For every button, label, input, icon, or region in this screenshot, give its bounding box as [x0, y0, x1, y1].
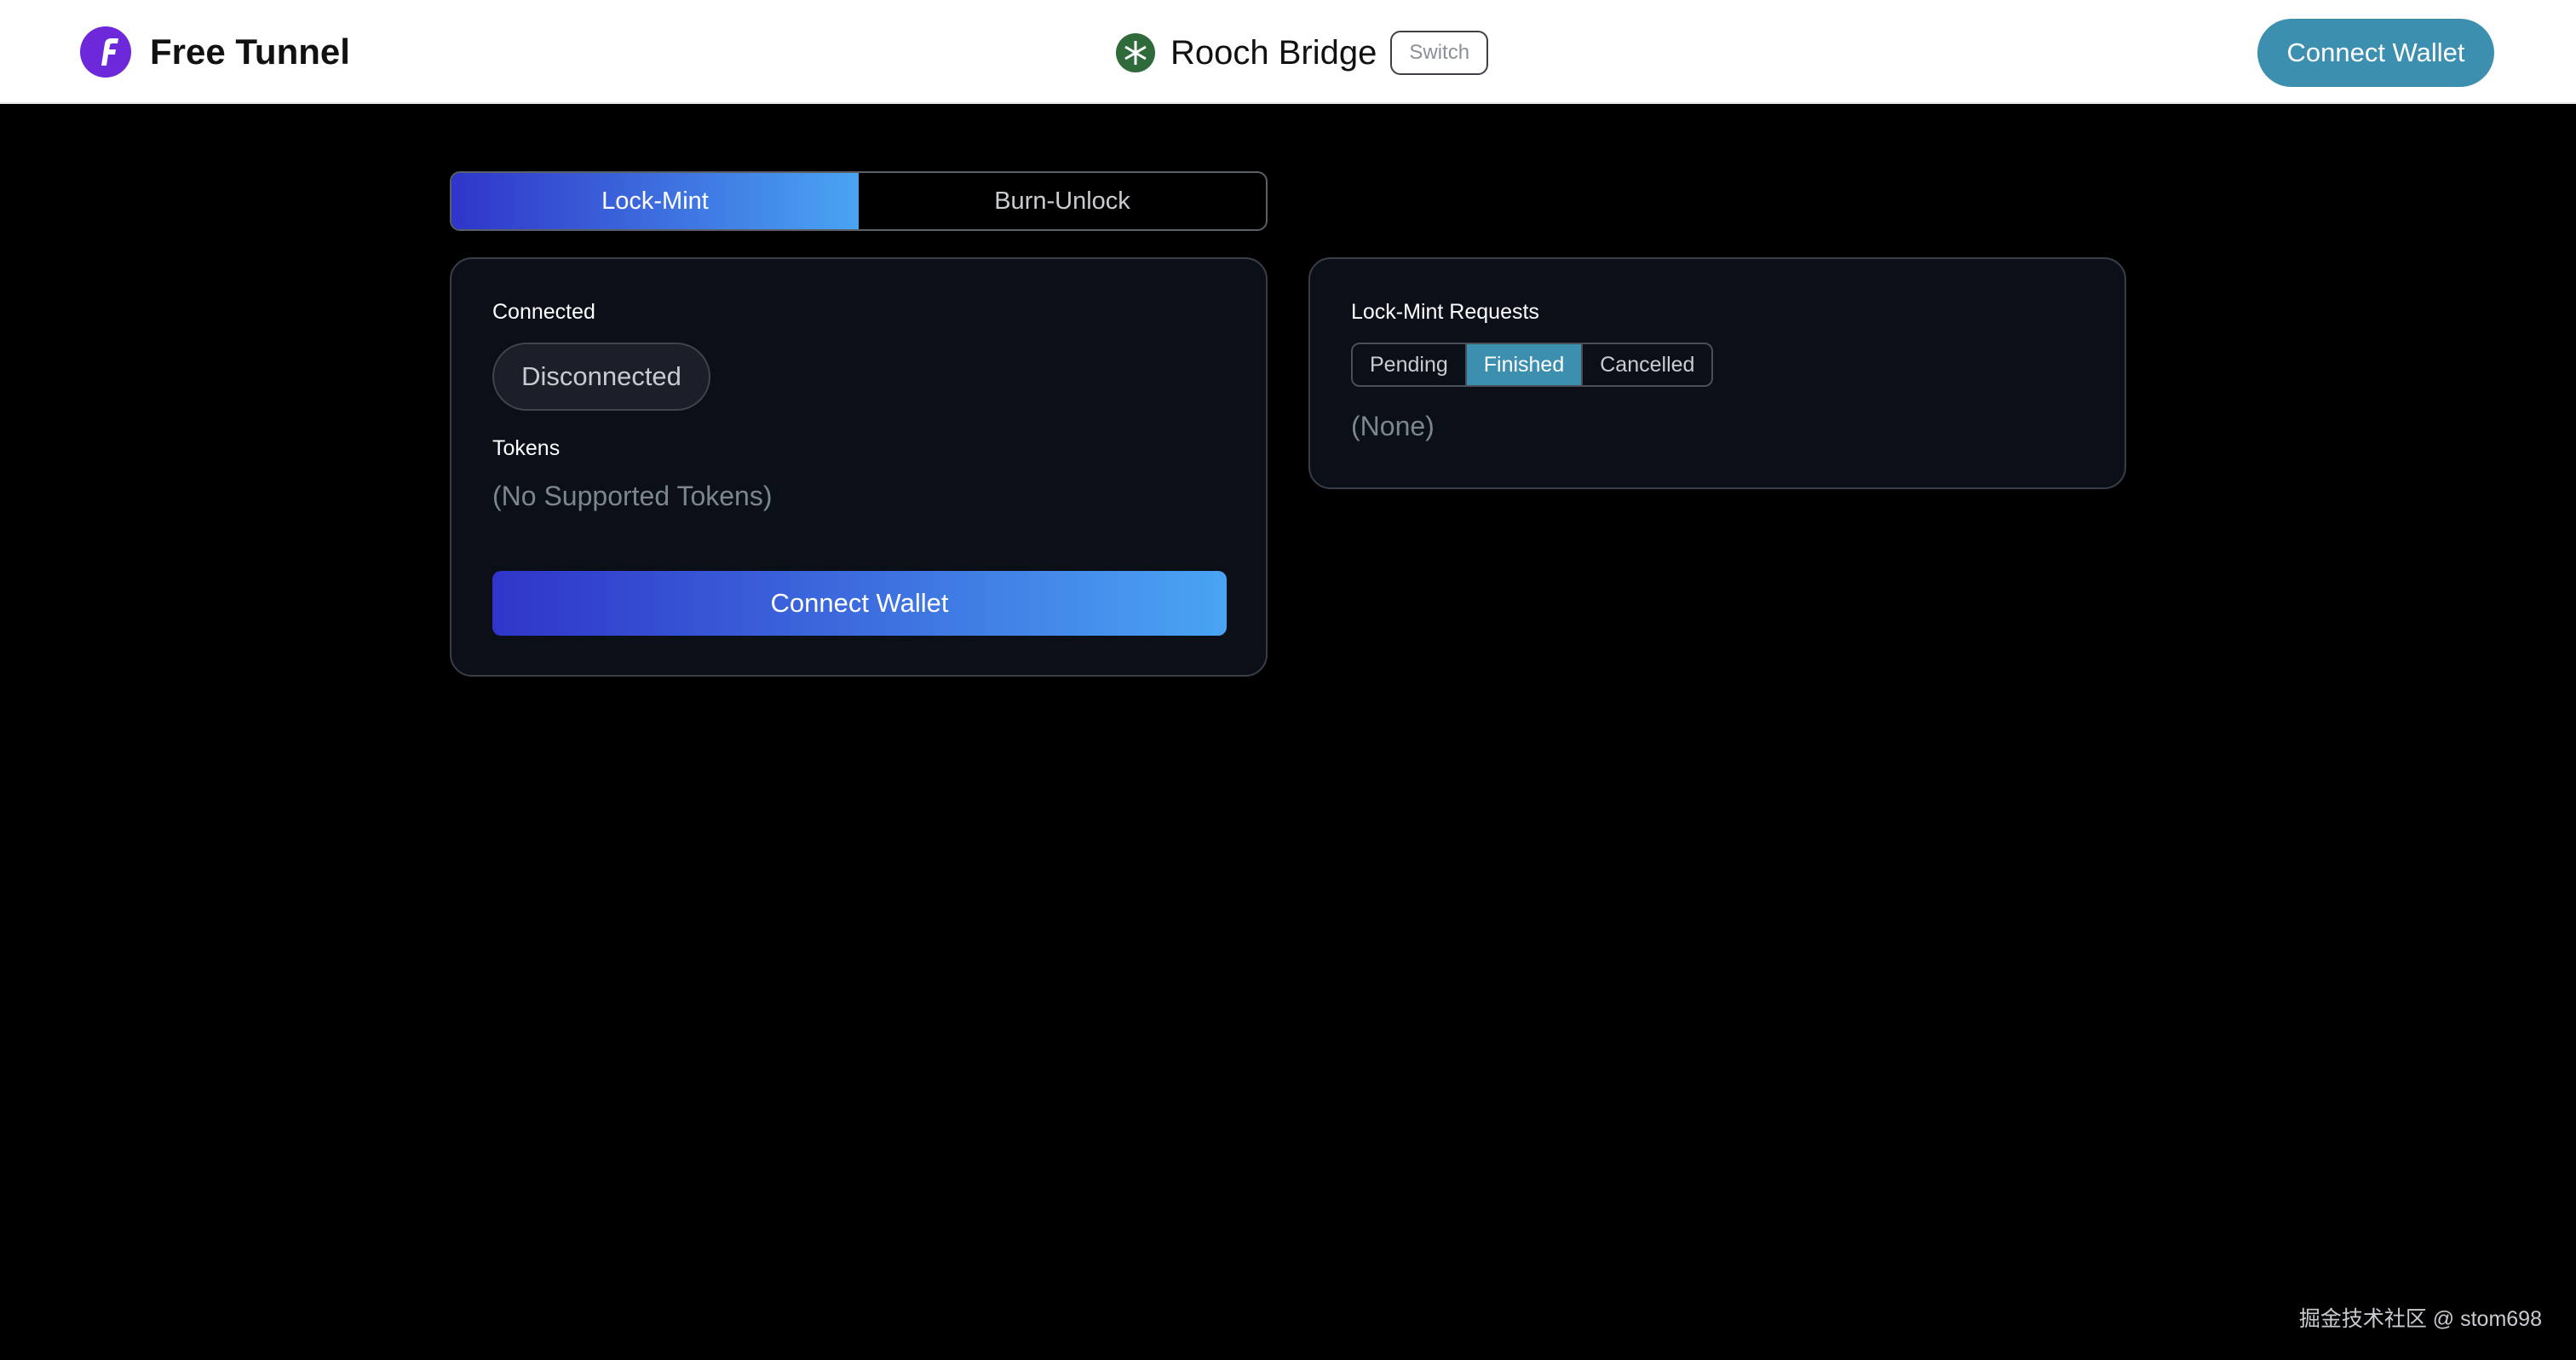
bridge-selector: Rooch Bridge Switch	[1116, 27, 1489, 78]
tab-burn-unlock[interactable]: Burn-Unlock	[859, 173, 1266, 229]
requests-title: Lock-Mint Requests	[1351, 300, 1539, 324]
connect-wallet-button[interactable]: Connect Wallet	[492, 571, 1227, 636]
watermark: 掘金技术社区 @ stom698	[2298, 1307, 2542, 1331]
filter-pending[interactable]: Pending	[1353, 344, 1465, 385]
brand[interactable]: Free Tunnel	[80, 26, 350, 78]
switch-bridge-button[interactable]: Switch	[1390, 31, 1489, 75]
connected-label: Connected	[492, 300, 595, 324]
header-connect-wallet-button[interactable]: Connect Wallet	[2257, 19, 2494, 87]
requests-empty-text: (None)	[1351, 411, 1435, 441]
bridge-name: Rooch Bridge	[1170, 33, 1377, 72]
filter-cancelled[interactable]: Cancelled	[1581, 344, 1711, 385]
tokens-empty-text: (No Supported Tokens)	[492, 481, 773, 511]
tokens-label: Tokens	[492, 436, 561, 460]
free-tunnel-logo-icon	[80, 26, 131, 78]
mode-tabs: Lock-Mint Burn-Unlock	[450, 171, 1268, 231]
rooch-logo-icon	[1116, 33, 1155, 72]
lock-mint-requests-card: Lock-Mint Requests Pending Finished Canc…	[1308, 257, 2126, 489]
tab-lock-mint[interactable]: Lock-Mint	[451, 173, 859, 229]
lock-mint-form-card: Connected Disconnected Tokens (No Suppor…	[450, 257, 1268, 677]
top-header: Free Tunnel Rooch Bridge Switch Connect …	[0, 0, 2576, 104]
filter-finished[interactable]: Finished	[1464, 344, 1582, 385]
connection-status-pill: Disconnected	[492, 343, 710, 411]
request-status-filter: Pending Finished Cancelled	[1351, 343, 1714, 387]
brand-name: Free Tunnel	[150, 32, 350, 72]
